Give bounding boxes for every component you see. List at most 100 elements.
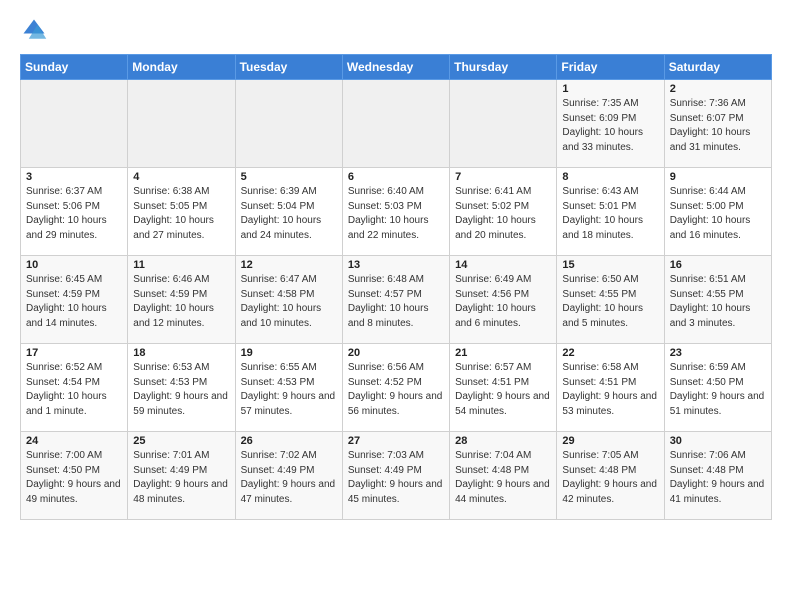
calendar-cell: 25 Sunrise: 7:01 AM Sunset: 4:49 PM Dayli… [128, 432, 235, 520]
day-number: 27 [348, 435, 444, 447]
calendar-body: 1 Sunrise: 7:35 AM Sunset: 6:09 PM Daylig… [21, 80, 772, 520]
calendar-cell: 19 Sunrise: 6:55 AM Sunset: 4:53 PM Dayli… [235, 344, 342, 432]
cell-content: Sunrise: 7:04 AM Sunset: 4:48 PM Dayligh… [455, 449, 551, 507]
calendar-cell: 11Sunrise: 6:46 AM Sunset: 4:59 PM Dayli… [128, 256, 235, 344]
day-number: 28 [455, 435, 551, 447]
calendar-cell: 14Sunrise: 6:49 AM Sunset: 4:56 PM Dayli… [450, 256, 557, 344]
day-number: 3 [26, 171, 122, 183]
cell-content: Sunrise: 7:35 AM Sunset: 6:09 PM Dayligh… [562, 97, 658, 155]
calendar-cell: 9 Sunrise: 6:44 AM Sunset: 5:00 PM Daylig… [664, 168, 771, 256]
calendar-cell: 24 Sunrise: 7:00 AM Sunset: 4:50 PM Dayli… [21, 432, 128, 520]
day-number: 29 [562, 435, 658, 447]
day-header-sunday: Sunday [21, 55, 128, 80]
day-number: 2 [670, 83, 766, 95]
calendar-cell: 6 Sunrise: 6:40 AM Sunset: 5:03 PM Daylig… [342, 168, 449, 256]
day-number: 5 [241, 171, 337, 183]
cell-content: Sunrise: 6:48 AM Sunset: 4:57 PM Dayligh… [348, 273, 444, 331]
day-header-tuesday: Tuesday [235, 55, 342, 80]
day-number: 23 [670, 347, 766, 359]
day-number: 20 [348, 347, 444, 359]
cell-content: Sunrise: 6:47 AM Sunset: 4:58 PM Dayligh… [241, 273, 337, 331]
calendar-cell: 16 Sunrise: 6:51 AM Sunset: 4:55 PM Dayli… [664, 256, 771, 344]
day-number: 9 [670, 171, 766, 183]
cell-content: Sunrise: 7:00 AM Sunset: 4:50 PM Dayligh… [26, 449, 122, 507]
day-number: 24 [26, 435, 122, 447]
week-row-1: 3 Sunrise: 6:37 AM Sunset: 5:06 PM Daylig… [21, 168, 772, 256]
cell-content: Sunrise: 6:37 AM Sunset: 5:06 PM Dayligh… [26, 185, 122, 243]
day-number: 7 [455, 171, 551, 183]
calendar-cell: 26Sunrise: 7:02 AM Sunset: 4:49 PM Dayli… [235, 432, 342, 520]
day-header-saturday: Saturday [664, 55, 771, 80]
day-number: 26 [241, 435, 337, 447]
day-number: 15 [562, 259, 658, 271]
cell-content: Sunrise: 6:38 AM Sunset: 5:05 PM Dayligh… [133, 185, 229, 243]
week-row-3: 17 Sunrise: 6:52 AM Sunset: 4:54 PM Dayli… [21, 344, 772, 432]
cell-content: Sunrise: 7:36 AM Sunset: 6:07 PM Dayligh… [670, 97, 766, 155]
calendar-cell: 23Sunrise: 6:59 AM Sunset: 4:50 PM Dayli… [664, 344, 771, 432]
calendar-cell [235, 80, 342, 168]
calendar-header: SundayMondayTuesdayWednesdayThursdayFrid… [21, 55, 772, 80]
cell-content: Sunrise: 6:44 AM Sunset: 5:00 PM Dayligh… [670, 185, 766, 243]
cell-content: Sunrise: 6:52 AM Sunset: 4:54 PM Dayligh… [26, 361, 122, 419]
cell-content: Sunrise: 6:51 AM Sunset: 4:55 PM Dayligh… [670, 273, 766, 331]
day-header-friday: Friday [557, 55, 664, 80]
day-number: 1 [562, 83, 658, 95]
day-number: 25 [133, 435, 229, 447]
day-number: 6 [348, 171, 444, 183]
calendar-cell: 8Sunrise: 6:43 AM Sunset: 5:01 PM Daylig… [557, 168, 664, 256]
calendar-cell: 7Sunrise: 6:41 AM Sunset: 5:02 PM Daylig… [450, 168, 557, 256]
day-number: 16 [670, 259, 766, 271]
calendar: SundayMondayTuesdayWednesdayThursdayFrid… [20, 54, 772, 520]
calendar-cell: 28 Sunrise: 7:04 AM Sunset: 4:48 PM Dayli… [450, 432, 557, 520]
calendar-cell: 29 Sunrise: 7:05 AM Sunset: 4:48 PM Dayli… [557, 432, 664, 520]
day-header-wednesday: Wednesday [342, 55, 449, 80]
cell-content: Sunrise: 6:49 AM Sunset: 4:56 PM Dayligh… [455, 273, 551, 331]
cell-content: Sunrise: 7:03 AM Sunset: 4:49 PM Dayligh… [348, 449, 444, 507]
day-number: 8 [562, 171, 658, 183]
calendar-cell: 1 Sunrise: 7:35 AM Sunset: 6:09 PM Daylig… [557, 80, 664, 168]
cell-content: Sunrise: 6:40 AM Sunset: 5:03 PM Dayligh… [348, 185, 444, 243]
cell-content: Sunrise: 6:46 AM Sunset: 4:59 PM Dayligh… [133, 273, 229, 331]
page: SundayMondayTuesdayWednesdayThursdayFrid… [0, 0, 792, 530]
week-row-2: 10 Sunrise: 6:45 AM Sunset: 4:59 PM Dayli… [21, 256, 772, 344]
calendar-cell: 20 Sunrise: 6:56 AM Sunset: 4:52 PM Dayli… [342, 344, 449, 432]
day-header-row: SundayMondayTuesdayWednesdayThursdayFrid… [21, 55, 772, 80]
cell-content: Sunrise: 6:55 AM Sunset: 4:53 PM Dayligh… [241, 361, 337, 419]
day-number: 13 [348, 259, 444, 271]
calendar-cell [128, 80, 235, 168]
logo-icon [20, 16, 48, 44]
day-header-monday: Monday [128, 55, 235, 80]
day-number: 17 [26, 347, 122, 359]
day-number: 18 [133, 347, 229, 359]
calendar-cell: 30 Sunrise: 7:06 AM Sunset: 4:48 PM Dayli… [664, 432, 771, 520]
calendar-cell: 10 Sunrise: 6:45 AM Sunset: 4:59 PM Dayli… [21, 256, 128, 344]
day-number: 4 [133, 171, 229, 183]
calendar-cell: 13 Sunrise: 6:48 AM Sunset: 4:57 PM Dayli… [342, 256, 449, 344]
calendar-cell: 27 Sunrise: 7:03 AM Sunset: 4:49 PM Dayli… [342, 432, 449, 520]
day-number: 10 [26, 259, 122, 271]
calendar-cell: 3 Sunrise: 6:37 AM Sunset: 5:06 PM Daylig… [21, 168, 128, 256]
calendar-cell: 5 Sunrise: 6:39 AM Sunset: 5:04 PM Daylig… [235, 168, 342, 256]
header [20, 16, 772, 44]
day-number: 12 [241, 259, 337, 271]
calendar-cell: 12 Sunrise: 6:47 AM Sunset: 4:58 PM Dayli… [235, 256, 342, 344]
day-number: 19 [241, 347, 337, 359]
calendar-cell: 18 Sunrise: 6:53 AM Sunset: 4:53 PM Dayli… [128, 344, 235, 432]
cell-content: Sunrise: 6:45 AM Sunset: 4:59 PM Dayligh… [26, 273, 122, 331]
cell-content: Sunrise: 6:39 AM Sunset: 5:04 PM Dayligh… [241, 185, 337, 243]
cell-content: Sunrise: 7:05 AM Sunset: 4:48 PM Dayligh… [562, 449, 658, 507]
cell-content: Sunrise: 6:56 AM Sunset: 4:52 PM Dayligh… [348, 361, 444, 419]
cell-content: Sunrise: 6:57 AM Sunset: 4:51 PM Dayligh… [455, 361, 551, 419]
day-header-thursday: Thursday [450, 55, 557, 80]
day-number: 22 [562, 347, 658, 359]
calendar-cell [450, 80, 557, 168]
cell-content: Sunrise: 7:06 AM Sunset: 4:48 PM Dayligh… [670, 449, 766, 507]
calendar-cell: 22Sunrise: 6:58 AM Sunset: 4:51 PM Dayli… [557, 344, 664, 432]
cell-content: Sunrise: 7:01 AM Sunset: 4:49 PM Dayligh… [133, 449, 229, 507]
day-number: 30 [670, 435, 766, 447]
cell-content: Sunrise: 6:53 AM Sunset: 4:53 PM Dayligh… [133, 361, 229, 419]
logo [20, 16, 52, 44]
calendar-cell: 15Sunrise: 6:50 AM Sunset: 4:55 PM Dayli… [557, 256, 664, 344]
calendar-cell: 4 Sunrise: 6:38 AM Sunset: 5:05 PM Daylig… [128, 168, 235, 256]
calendar-cell [21, 80, 128, 168]
